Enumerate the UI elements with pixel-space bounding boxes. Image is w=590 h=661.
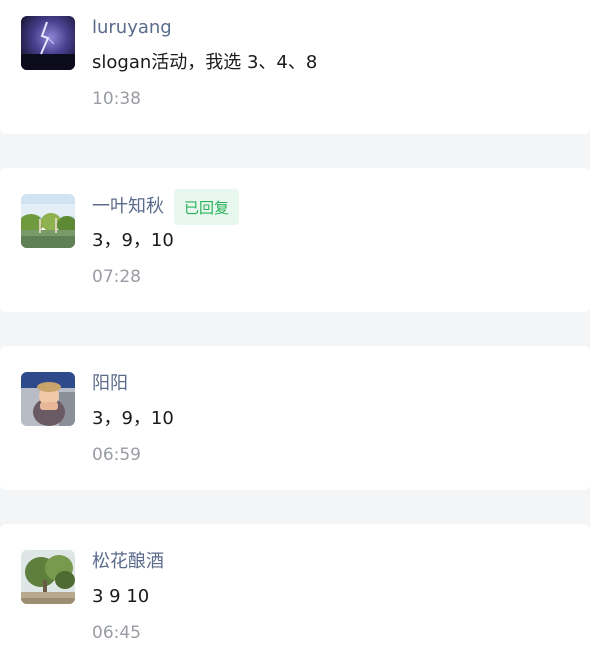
- author-row: 阳阳: [92, 366, 128, 402]
- comment-text: slogan活动，我选 3、4、8: [92, 52, 318, 73]
- person-photo-avatar[interactable]: [21, 372, 75, 426]
- author-name[interactable]: 一叶知秋: [92, 195, 164, 219]
- comment-time: 07:28: [92, 267, 141, 287]
- author-name[interactable]: 阳阳: [92, 372, 128, 396]
- comment-time: 06:45: [92, 623, 141, 643]
- lake-trees-avatar[interactable]: [21, 194, 75, 248]
- comment-time: 06:59: [92, 445, 141, 465]
- replied-badge: 已回复: [174, 189, 240, 225]
- comment-card: 一叶知秋 已回复 3，9，10 07:28: [0, 168, 590, 312]
- comment-card: 阳阳 3，9，10 06:59: [0, 346, 590, 490]
- author-row: luruyang: [92, 10, 172, 46]
- tree-landscape-avatar[interactable]: [21, 550, 75, 604]
- comment-text: 3，9，10: [92, 408, 174, 429]
- comment-card: 松花酿酒 3 9 10 06:45: [0, 524, 590, 661]
- author-name[interactable]: 松花酿酒: [92, 550, 164, 574]
- lightning-storm-avatar[interactable]: [21, 16, 75, 70]
- author-name[interactable]: luruyang: [92, 16, 172, 40]
- comment-time: 10:38: [92, 89, 141, 109]
- comment-feed: luruyang slogan活动，我选 3、4、8 10:38 一叶知秋 已回…: [0, 0, 590, 661]
- comment-text: 3，9，10: [92, 230, 174, 251]
- comment-card: luruyang slogan活动，我选 3、4、8 10:38: [0, 0, 590, 134]
- author-row: 松花酿酒: [92, 544, 164, 580]
- author-row: 一叶知秋 已回复: [92, 189, 240, 225]
- comment-text: 3 9 10: [92, 586, 150, 607]
